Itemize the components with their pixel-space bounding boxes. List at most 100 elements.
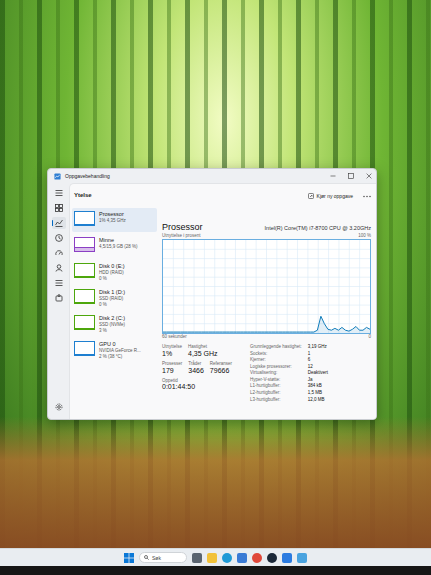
edge-icon[interactable] <box>222 553 232 563</box>
chart-segment <box>307 332 311 333</box>
minimize-button[interactable] <box>326 169 340 183</box>
nav-item[interactable] <box>52 202 66 214</box>
resource-item[interactable]: Prosessor1% 4,35 GHz <box>72 208 157 232</box>
chart-segment <box>261 332 265 333</box>
resource-detail: 4,5/15,9 GB (28 %) <box>99 244 138 250</box>
app-history-icon <box>55 234 63 242</box>
chart-segment <box>282 332 286 333</box>
grid-line <box>276 240 277 333</box>
maximize-button[interactable] <box>344 169 358 183</box>
chart-segment <box>363 328 367 331</box>
resource-item[interactable]: Disk 0 (E:)HDD (RAID)0 % <box>72 260 157 284</box>
nav-item[interactable] <box>52 232 66 244</box>
cpu-details: Grunnleggende hastighet:3,19 GHzSockets:… <box>250 344 328 403</box>
file-explorer-icon[interactable] <box>207 553 217 563</box>
nav-item[interactable] <box>52 262 66 274</box>
chart-segment <box>258 332 262 333</box>
chart-segment <box>184 332 188 333</box>
close-button[interactable] <box>362 169 376 183</box>
resource-thumbnail <box>74 263 95 278</box>
grid-line <box>214 240 215 333</box>
chart-segment <box>219 332 223 333</box>
chart-segment <box>230 332 234 333</box>
grid-line <box>245 240 246 333</box>
chart-segment <box>289 332 293 333</box>
chart-frame <box>162 239 371 334</box>
resource-name: Disk 1 (D:) <box>99 289 125 296</box>
resource-name: Disk 2 (C:) <box>99 315 125 322</box>
grid-line <box>266 240 267 333</box>
resource-item[interactable]: Disk 1 (D:)SSD (RAID)0 % <box>72 286 157 310</box>
chart-segment <box>188 332 192 333</box>
resource-detail: HDD (RAID) <box>99 270 125 276</box>
grid-line <box>287 240 288 333</box>
chart-segment <box>198 332 202 333</box>
detail-key: Grunnleggende hastighet: <box>250 344 302 351</box>
detail-key: Virtualisering: <box>250 370 302 377</box>
chart-segment <box>349 329 353 331</box>
detail-value: 1,5 MB <box>308 390 328 397</box>
resource-item[interactable]: GPU 0NVIDIA GeForce R...2 % (38 °C) <box>72 338 157 362</box>
close-icon <box>366 173 372 179</box>
nav-item[interactable] <box>52 277 66 289</box>
chart-segment <box>317 316 321 330</box>
resource-item[interactable]: Disk 2 (C:)SSD (NVMe)3 % <box>72 312 157 336</box>
nav-item[interactable] <box>52 247 66 259</box>
resource-name: Disk 0 (E:) <box>99 263 125 270</box>
menu-button[interactable] <box>52 187 66 199</box>
chart-segment <box>324 324 328 330</box>
users-icon <box>55 264 63 272</box>
grid-line <box>183 240 184 333</box>
nav-item[interactable] <box>52 217 66 229</box>
page-header: YtelseKjør ny oppgave <box>70 184 376 208</box>
chart-segment <box>296 332 300 333</box>
chart-min: 0 <box>368 334 371 340</box>
chart-segment <box>310 332 314 333</box>
chart-segment <box>209 332 213 333</box>
run-new-task-button[interactable]: Kjør ny oppgave <box>305 191 356 201</box>
grid-line <box>328 240 329 333</box>
detail-key: Hyper-V-støtte: <box>250 377 302 384</box>
chart-segment <box>265 332 269 333</box>
app-icon[interactable] <box>282 553 292 563</box>
chart-segment <box>205 332 209 333</box>
chart-segment <box>212 332 216 333</box>
grid-line <box>204 240 205 333</box>
resource-detail: 3 % <box>99 328 125 334</box>
task-manager-icon <box>54 173 61 180</box>
nav-item[interactable] <box>52 292 66 304</box>
grid-line <box>297 240 298 333</box>
chart-segment <box>279 332 283 333</box>
grid-line <box>194 240 195 333</box>
resource-detail: 2 % (38 °C) <box>99 354 141 360</box>
task-view-icon[interactable] <box>192 553 202 563</box>
stat: Utnyttelse1% <box>162 344 182 358</box>
app-icon[interactable] <box>297 553 307 563</box>
taskbar-search[interactable]: Søk <box>139 552 187 563</box>
resource-thumbnail <box>74 289 95 304</box>
chart-segment <box>247 332 251 333</box>
chart-segment <box>268 332 272 333</box>
more-button[interactable] <box>362 191 372 201</box>
steam-icon[interactable] <box>267 553 277 563</box>
chart-segment <box>293 332 297 333</box>
processor-panel: ProsessorIntel(R) Core(TM) i7-8700 CPU @… <box>162 208 371 413</box>
resource-detail: 0 % <box>99 302 125 308</box>
detail-value: Deaktivert <box>308 370 328 377</box>
windows-start-icon[interactable] <box>124 553 134 563</box>
store-icon[interactable] <box>237 553 247 563</box>
chart-segment <box>237 332 241 333</box>
detail-value: 12,0 MB <box>308 397 328 404</box>
resource-item[interactable]: Minne4,5/15,9 GB (28 %) <box>72 234 157 258</box>
chart-segment <box>345 330 349 332</box>
nav-rail <box>48 183 69 419</box>
grid-line <box>318 240 319 333</box>
monitor-bezel <box>0 566 431 575</box>
panel-title: Prosessor <box>162 222 203 233</box>
detail-key: L2-hurtigbuffer: <box>250 390 302 397</box>
chart-segment <box>202 332 206 333</box>
chart-segment <box>163 332 167 333</box>
chrome-icon[interactable] <box>252 553 262 563</box>
settings-button[interactable] <box>52 401 66 413</box>
chart-segment <box>272 332 276 333</box>
